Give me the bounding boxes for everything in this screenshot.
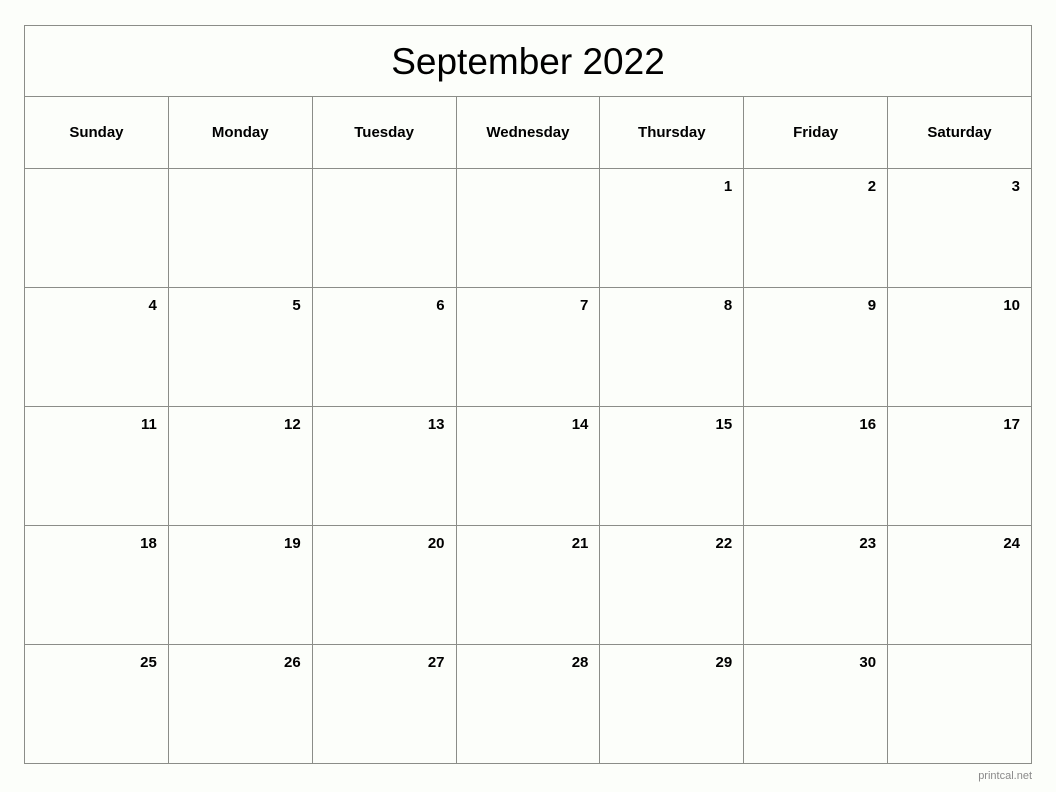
- day-cell[interactable]: 2: [743, 168, 889, 288]
- day-cell[interactable]: 29: [599, 644, 745, 764]
- calendar-title-cell: September 2022: [24, 25, 1032, 97]
- day-cell[interactable]: 21: [455, 525, 601, 645]
- weekday-header-row: Sunday Monday Tuesday Wednesday Thursday…: [24, 96, 1032, 169]
- day-cell[interactable]: 8: [599, 287, 745, 407]
- site-credit: printcal.net: [978, 770, 1032, 782]
- day-cell[interactable]: 15: [599, 406, 745, 526]
- day-cell[interactable]: 14: [455, 406, 601, 526]
- day-number: 9: [867, 297, 877, 314]
- day-number: 13: [427, 416, 445, 433]
- day-number: 27: [427, 654, 445, 671]
- weekday-label: Monday: [211, 124, 269, 141]
- weekday-header-friday: Friday: [743, 96, 889, 169]
- day-number: 1: [723, 178, 733, 195]
- day-number: 6: [436, 297, 445, 314]
- day-number: 12: [284, 416, 301, 433]
- weekday-label: Tuesday: [354, 124, 414, 141]
- day-cell[interactable]: 7: [455, 287, 601, 407]
- day-number: 15: [715, 416, 733, 433]
- weekday-label: Sunday: [69, 124, 124, 141]
- weekday-header-saturday: Saturday: [887, 96, 1032, 169]
- day-cell[interactable]: 17: [887, 406, 1032, 526]
- day-cell[interactable]: 24: [887, 525, 1032, 645]
- day-number: 7: [580, 297, 589, 314]
- day-cell[interactable]: 11: [24, 406, 169, 526]
- day-number: 8: [723, 297, 733, 314]
- calendar-week-row: 18 19 20 21 22 23 24: [24, 525, 1032, 645]
- day-cell[interactable]: 20: [311, 525, 457, 645]
- day-number: 4: [148, 297, 157, 314]
- day-number: 5: [292, 297, 301, 314]
- weekday-header-sunday: Sunday: [24, 96, 169, 169]
- day-number: 3: [1011, 178, 1020, 195]
- day-number: 22: [715, 535, 733, 552]
- day-cell[interactable]: 6: [311, 287, 457, 407]
- calendar-week-row: 1 2 3: [24, 168, 1032, 288]
- day-number: 14: [571, 416, 589, 433]
- day-cell[interactable]: 23: [743, 525, 889, 645]
- day-number: 30: [859, 654, 877, 671]
- weekday-header-monday: Monday: [167, 96, 313, 169]
- day-cell[interactable]: [167, 168, 313, 288]
- day-number: 23: [859, 535, 877, 552]
- day-number: 21: [571, 535, 589, 552]
- day-cell[interactable]: 1: [599, 168, 745, 288]
- calendar-week-row: 4 5 6 7 8 9 10: [24, 287, 1032, 407]
- day-cell[interactable]: 22: [599, 525, 745, 645]
- day-number: 29: [715, 654, 733, 671]
- day-cell[interactable]: [24, 168, 169, 288]
- day-cell[interactable]: 26: [167, 644, 313, 764]
- day-number: 25: [140, 654, 157, 671]
- day-cell[interactable]: 9: [743, 287, 889, 407]
- monthly-calendar-grid: September 2022 Sunday Monday Tuesday Wed…: [24, 25, 1032, 764]
- day-cell[interactable]: 13: [311, 406, 457, 526]
- weekday-label: Saturday: [927, 124, 992, 141]
- day-cell[interactable]: 30: [743, 644, 889, 764]
- weekday-header-thursday: Thursday: [599, 96, 745, 169]
- day-number: 19: [284, 535, 301, 552]
- day-cell[interactable]: 10: [887, 287, 1032, 407]
- day-cell[interactable]: [455, 168, 601, 288]
- day-number: 11: [140, 416, 157, 433]
- day-number: 18: [140, 535, 157, 552]
- day-cell[interactable]: 25: [24, 644, 169, 764]
- calendar-week-row: 11 12 13 14 15 16 17: [24, 406, 1032, 526]
- day-cell[interactable]: [887, 644, 1032, 764]
- day-number: 20: [427, 535, 445, 552]
- day-cell[interactable]: 18: [24, 525, 169, 645]
- weekday-label: Friday: [793, 124, 839, 141]
- weekday-header-tuesday: Tuesday: [311, 96, 457, 169]
- day-cell[interactable]: 19: [167, 525, 313, 645]
- calendar-week-row: 25 26 27 28 29 30: [24, 644, 1032, 764]
- weekday-header-wednesday: Wednesday: [455, 96, 601, 169]
- day-cell[interactable]: 5: [167, 287, 313, 407]
- day-number: 24: [1003, 535, 1020, 552]
- day-number: 10: [1003, 297, 1020, 314]
- day-cell[interactable]: 12: [167, 406, 313, 526]
- day-number: 26: [284, 654, 301, 671]
- weekday-label: Wednesday: [486, 124, 570, 141]
- calendar-title-row: September 2022: [24, 25, 1032, 97]
- day-number: 16: [859, 416, 877, 433]
- weekday-label: Thursday: [638, 124, 706, 141]
- day-cell[interactable]: 3: [887, 168, 1032, 288]
- day-number: 17: [1003, 416, 1020, 433]
- page-title: September 2022: [391, 40, 665, 82]
- day-number: 2: [867, 178, 877, 195]
- day-cell[interactable]: 4: [24, 287, 169, 407]
- day-cell[interactable]: 28: [455, 644, 601, 764]
- day-cell[interactable]: [311, 168, 457, 288]
- day-cell[interactable]: 16: [743, 406, 889, 526]
- day-cell[interactable]: 27: [311, 644, 457, 764]
- day-number: 28: [571, 654, 589, 671]
- calendar-page: September 2022 Sunday Monday Tuesday Wed…: [0, 0, 1056, 792]
